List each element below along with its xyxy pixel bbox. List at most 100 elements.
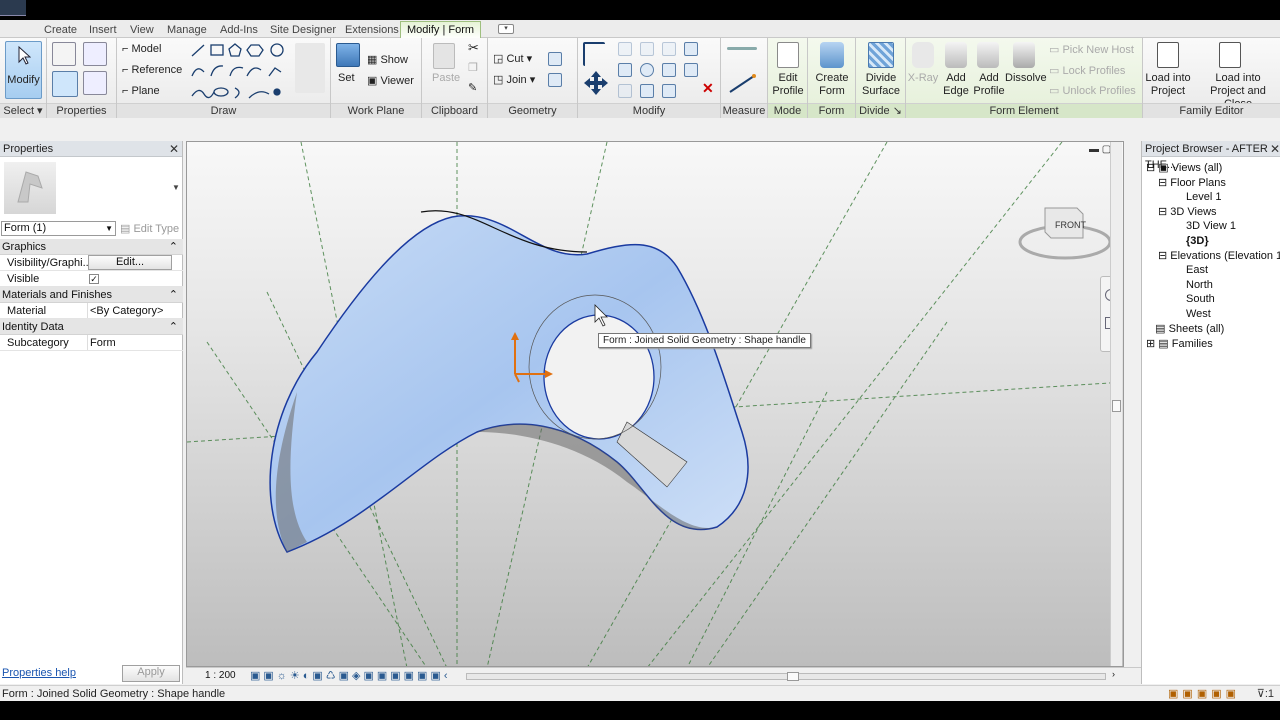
pin-icon[interactable] (662, 84, 676, 98)
filter-icon[interactable]: ⊽:1 (1257, 686, 1274, 702)
dissolve-button[interactable]: Dissolve (1005, 72, 1047, 85)
add-edge-icon[interactable] (945, 42, 967, 68)
tree-3d-view-1[interactable]: 3D View 1 (1186, 220, 1236, 232)
pick-lines-icon[interactable] (295, 43, 325, 93)
close-icon[interactable]: ✕ (169, 142, 179, 156)
visibility-edit-button[interactable]: Edit... (88, 255, 172, 270)
dissolve-icon[interactable] (1013, 42, 1035, 68)
split-icon[interactable] (684, 42, 698, 56)
add-profile-icon[interactable] (977, 42, 999, 68)
tree-west[interactable]: West (1186, 308, 1211, 320)
rotate-icon[interactable] (640, 63, 654, 77)
tab-site-designer[interactable]: Site Designer (270, 22, 336, 38)
array-icon[interactable] (662, 63, 676, 77)
viewcube[interactable]: FRONT (1017, 202, 1112, 262)
view-scale[interactable]: 1 : 200 (205, 670, 236, 681)
delete-icon[interactable]: ✕ (702, 81, 714, 95)
3d-model-canvas[interactable] (187, 142, 1124, 667)
match-type-icon[interactable]: ✎ (468, 82, 477, 95)
type-properties-icon[interactable] (52, 42, 76, 66)
viewer-button[interactable]: ▣ Viewer (367, 75, 414, 88)
draw-tools-grid[interactable] (189, 42, 309, 100)
add-profile-button[interactable]: Add Profile (972, 72, 1006, 98)
cut-icon[interactable]: ✂ (468, 41, 479, 54)
split-face-icon[interactable] (548, 73, 562, 87)
edit-profile-button[interactable]: Edit Profile (770, 72, 806, 98)
category-graphics[interactable]: Graphics ⌃ (0, 239, 183, 255)
view-control-icons[interactable]: ▣▣☼☀◐▣♺▣◈▣▣▣▣▣▣‹ (250, 669, 451, 682)
panel-title-divide[interactable]: Divide ↘ (856, 103, 905, 118)
trim-icon[interactable] (618, 63, 632, 77)
tree-south[interactable]: South (1186, 293, 1215, 305)
divide-surface-button[interactable]: Divide Surface (858, 72, 904, 98)
measure-icon[interactable] (727, 47, 757, 50)
divide-surface-icon[interactable] (868, 42, 894, 68)
load-into-project-icon[interactable] (1157, 42, 1179, 68)
show-workplane-button[interactable]: ▦ Show (367, 54, 408, 67)
tab-manage[interactable]: Manage (167, 22, 207, 38)
scroll-right-icon[interactable]: › (1112, 669, 1115, 679)
join-geometry-button[interactable]: ◳ Join ▾ (493, 74, 535, 87)
move-icon[interactable] (583, 70, 609, 96)
cut-geometry-icon: ◲ (493, 53, 507, 65)
tab-insert[interactable]: Insert (89, 22, 117, 38)
tree-elevations[interactable]: ⊟ Elevations (Elevation 1) (1158, 249, 1280, 262)
application-menu-button[interactable] (0, 0, 26, 16)
tab-view[interactable]: View (130, 22, 154, 38)
family-types-icon[interactable] (83, 42, 107, 66)
viewport-vertical-scrollbar[interactable] (1110, 142, 1122, 666)
tab-add-ins[interactable]: Add-Ins (220, 22, 258, 38)
draw-model-button[interactable]: ⌐ Model (122, 43, 161, 56)
tree-east[interactable]: East (1186, 264, 1208, 276)
tree-families[interactable]: ⊞ ▤ Families (1146, 337, 1213, 350)
tree-level-1[interactable]: Level 1 (1186, 191, 1221, 203)
material-value[interactable]: <By Category> (87, 303, 175, 318)
horizontal-scrollbar[interactable] (466, 672, 1106, 681)
load-and-close-icon[interactable] (1219, 42, 1241, 68)
3d-viewport[interactable]: FRONT ▬ ▢ ✕ (186, 141, 1124, 667)
tree-floor-plans[interactable]: ⊟ Floor Plans (1158, 176, 1226, 189)
instance-filter-select[interactable]: Form (1) ▼ (1, 221, 116, 236)
status-selection-icons[interactable]: ▣▣▣▣▣ (1168, 686, 1240, 702)
load-into-project-button[interactable]: Load into Project (1145, 72, 1191, 98)
draw-reference-button[interactable]: ⌐ Reference (122, 64, 182, 77)
edit-profile-icon[interactable] (777, 42, 799, 68)
tree-north[interactable]: North (1186, 279, 1213, 291)
draw-plane-button[interactable]: ⌐ Plane (122, 85, 160, 98)
tree-sheets[interactable]: ▤ Sheets (all) (1146, 322, 1224, 335)
type-dropdown-icon[interactable]: ▼ (172, 183, 180, 192)
category-identity[interactable]: Identity Data ⌃ (0, 319, 183, 335)
properties-icon[interactable] (52, 71, 78, 97)
tree-3d-views[interactable]: ⊟ 3D Views (1158, 205, 1217, 218)
viewcube-front-face[interactable]: FRONT (1055, 220, 1086, 230)
subcategory-value[interactable]: Form (87, 335, 175, 350)
close-icon[interactable]: ✕ (1270, 142, 1280, 156)
tree-3d-active[interactable]: {3D} (1186, 235, 1209, 247)
tree-views-all[interactable]: ⊟ ▣ Views (all) (1146, 161, 1222, 174)
add-edge-button[interactable]: Add Edge (939, 72, 973, 98)
tab-extensions[interactable]: Extensions (345, 22, 399, 38)
category-materials[interactable]: Materials and Finishes ⌃ (0, 287, 183, 303)
panel-title-select[interactable]: Select ▾ (0, 103, 46, 118)
tab-create[interactable]: Create (44, 22, 77, 38)
tab-modify-form[interactable]: Modify | Form (400, 21, 482, 39)
form-shape[interactable] (269, 210, 749, 553)
create-form-icon[interactable] (820, 42, 844, 68)
dimension-icon[interactable] (727, 74, 757, 94)
properties-help-link[interactable]: Properties help (2, 667, 76, 679)
scroll-thumb[interactable] (1112, 400, 1121, 412)
create-form-button[interactable]: Create Form (810, 72, 854, 98)
pick-host-icon: ▭ (1049, 44, 1063, 56)
family-category-icon[interactable] (83, 71, 107, 95)
set-label[interactable]: Set (338, 72, 355, 85)
cut-geometry-button[interactable]: ◲ Cut ▾ (493, 53, 532, 66)
ribbon-minimize-icon[interactable]: ▾ (498, 24, 514, 34)
wall-joins-icon[interactable] (548, 52, 562, 66)
set-workplane-icon[interactable] (336, 43, 360, 67)
scale-icon[interactable] (684, 63, 698, 77)
copy-element-icon[interactable] (640, 84, 654, 98)
align-icon[interactable] (583, 42, 605, 66)
modify-button[interactable]: Modify (5, 41, 42, 99)
visible-checkbox[interactable]: ✓ (89, 274, 99, 284)
h-scroll-thumb[interactable] (787, 672, 799, 681)
